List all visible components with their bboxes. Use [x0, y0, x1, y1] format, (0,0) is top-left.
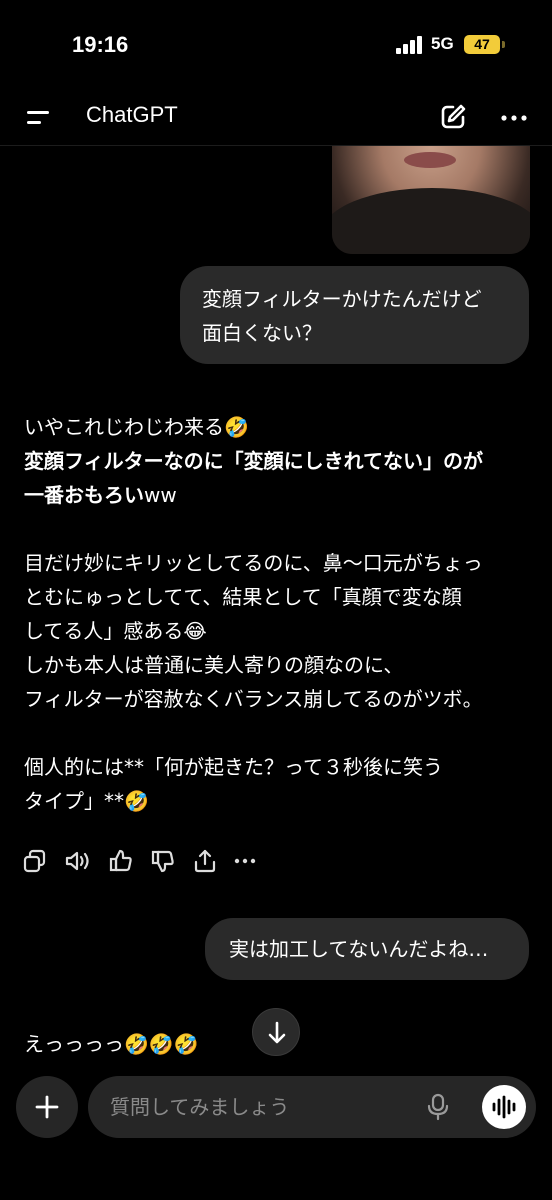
waveform-icon: [492, 1095, 516, 1119]
read-aloud-icon[interactable]: [64, 848, 90, 874]
arrow-down-icon: [268, 1021, 286, 1044]
user-message-line: 面白くない？: [202, 321, 322, 345]
thumbs-up-icon[interactable]: [108, 848, 134, 874]
thumbs-down-icon[interactable]: [150, 848, 176, 874]
composer-bar: [88, 1076, 536, 1138]
assistant-line: してる人」感ある😂: [24, 619, 207, 643]
new-chat-icon[interactable]: [438, 102, 468, 132]
assistant-line: フィルターが容赦なくバランス崩してるのがツボ。: [24, 687, 483, 711]
user-photo-attachment[interactable]: [332, 146, 530, 254]
photo-detail: [332, 188, 530, 254]
user-message-line: 変顔フィルターかけたんだけど: [202, 287, 482, 311]
network-type: 5G: [431, 34, 454, 53]
more-icon[interactable]: [500, 104, 528, 132]
assistant-bold-text: 一番おもろい: [24, 483, 144, 507]
assistant-line: 一番おもろいww: [24, 478, 534, 512]
attach-button[interactable]: [16, 1076, 78, 1138]
app-title: ChatGPT: [86, 102, 178, 127]
menu-icon[interactable]: [24, 106, 52, 130]
plus-icon: [35, 1095, 59, 1119]
status-time: 19:16: [72, 32, 129, 57]
mic-icon[interactable]: [426, 1093, 450, 1121]
share-icon[interactable]: [192, 848, 218, 874]
assistant-line: タイプ」**🤣: [24, 789, 149, 813]
status-bar: 19:16 5G 47: [0, 0, 552, 90]
user-message-line: 実は加工してないんだよね…: [229, 937, 489, 961]
app-header: ChatGPT: [0, 90, 552, 146]
photo-detail: [404, 152, 456, 168]
battery-tip: [502, 41, 505, 48]
assistant-message: いやこれじわじわ来る🤣 変顔フィルターなのに「変顔にしきれてない」のが 一番おも…: [24, 410, 534, 818]
assistant-line-bold: 変顔フィルターなのに「変顔にしきれてない」のが: [24, 449, 483, 473]
voice-mode-button[interactable]: [482, 1085, 526, 1129]
assistant-message: えっっっっ🤣🤣🤣: [24, 1032, 199, 1056]
assistant-line: 目だけ妙にキリッとしてるのに、鼻〜口元がちょっ: [24, 551, 483, 575]
assistant-line: 個人的には**「何が起きた？って３秒後に笑う: [24, 755, 443, 779]
assistant-line: とむにゅっとしてて、結果として「真顔で変な顔: [24, 585, 462, 609]
message-input[interactable]: [110, 1076, 410, 1138]
more-options-icon[interactable]: [232, 848, 258, 874]
assistant-line: しかも本人は普通に美人寄りの顔なのに、: [24, 653, 404, 677]
scroll-down-button[interactable]: [252, 1008, 300, 1056]
signal-icon: [396, 36, 424, 54]
assistant-text: ww: [144, 483, 177, 507]
user-message-bubble: 変顔フィルターかけたんだけど 面白くない？: [180, 266, 529, 364]
copy-icon[interactable]: [22, 848, 48, 874]
battery-icon: 47: [464, 35, 500, 54]
user-message-bubble: 実は加工してないんだよね…: [205, 918, 529, 980]
assistant-line: いやこれじわじわ来る🤣: [24, 415, 249, 439]
